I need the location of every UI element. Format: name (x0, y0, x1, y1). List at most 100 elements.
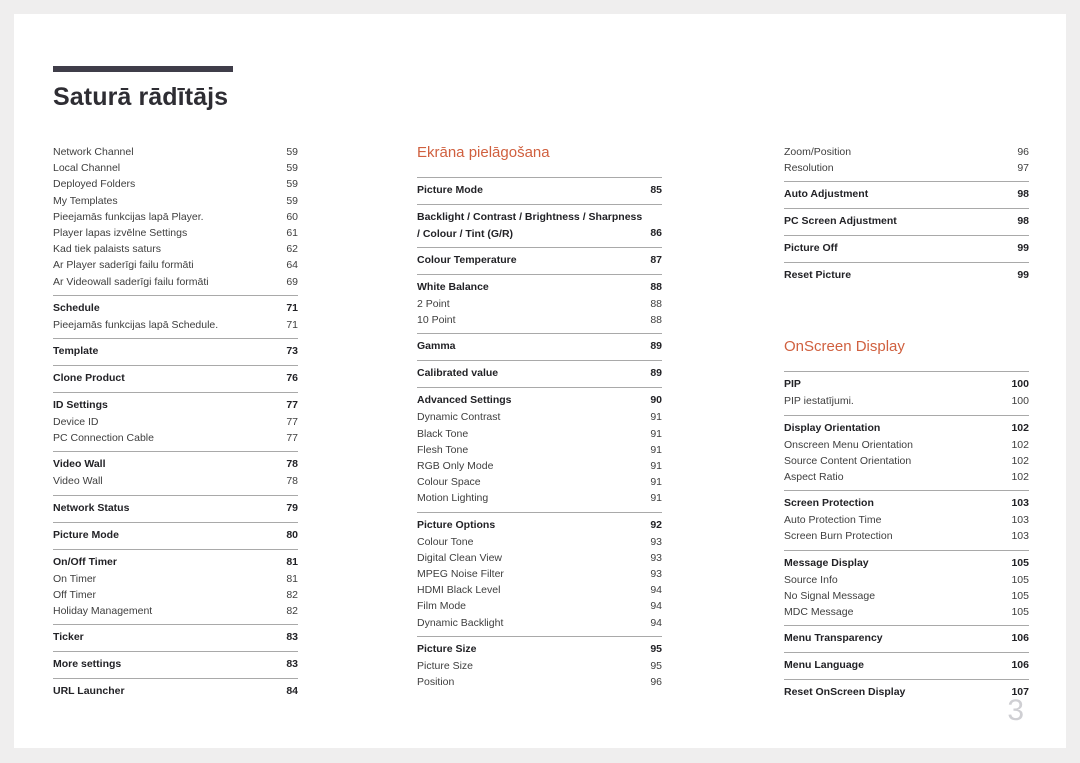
toc-entry-minor[interactable]: PC Connection Cable 77 (53, 430, 298, 446)
toc-entry-minor[interactable]: 10 Point 88 (417, 312, 662, 328)
toc-entry-minor[interactable]: Motion Lighting 91 (417, 490, 662, 506)
toc-entry-minor[interactable]: Screen Burn Protection 103 (784, 528, 1029, 544)
toc-entry-major[interactable]: Video Wall 78 (53, 456, 298, 473)
toc-entry-major[interactable]: Schedule 71 (53, 300, 298, 317)
toc-entry-major[interactable]: Screen Protection 103 (784, 495, 1029, 512)
toc-entry-major[interactable]: Picture Mode 80 (53, 527, 298, 544)
toc-entry-major[interactable]: Clone Product 76 (53, 370, 298, 387)
toc-entry-label: Screen Burn Protection (784, 530, 893, 543)
toc-entry-major[interactable]: Picture Options 92 (417, 517, 662, 534)
toc-entry-major[interactable]: PC Screen Adjustment 98 (784, 213, 1029, 230)
toc-entry-minor[interactable]: Local Channel 59 (53, 160, 298, 176)
toc-entry-minor[interactable]: On Timer 81 (53, 571, 298, 587)
toc-entry-major[interactable]: URL Launcher 84 (53, 683, 298, 700)
toc-entry-minor[interactable]: MPEG Noise Filter 93 (417, 566, 662, 582)
toc-entry-label: Film Mode (417, 600, 467, 613)
toc-entry-major[interactable]: Picture Off 99 (784, 240, 1029, 257)
toc-entry-minor[interactable]: Dynamic Backlight 94 (417, 615, 662, 631)
toc-entry-major[interactable]: Picture Size 95 (417, 641, 662, 658)
toc-entry-major[interactable]: Gamma 89 (417, 338, 662, 355)
toc-entry-minor[interactable]: Colour Space 91 (417, 474, 662, 490)
toc-group: Display Orientation 102 Onscreen Menu Orie… (784, 414, 1029, 491)
toc-entry-minor[interactable]: Device ID 77 (53, 414, 298, 430)
toc-group: On/Off Timer 81 On Timer 81 Off Timer 82 Holid… (53, 548, 298, 625)
toc-entry-minor[interactable]: Onscreen Menu Orientation 102 (784, 437, 1029, 453)
toc-entry-minor[interactable]: HDMI Black Level 94 (417, 582, 662, 598)
toc-entry-page-number: 91 (650, 460, 662, 473)
toc-group: Picture Size 95 Picture Size 95 Position 96 (417, 635, 662, 695)
toc-entry-minor[interactable]: Source Info 105 (784, 572, 1029, 588)
toc-entry-label: Kad tiek palaists saturs (53, 243, 161, 256)
toc-entry-label: MDC Message (784, 606, 854, 619)
toc-entry-minor[interactable]: Zoom/Position 96 (784, 144, 1029, 160)
toc-entry-page-number: 102 (1011, 421, 1029, 434)
toc-entry-label: Picture Off (784, 242, 838, 255)
toc-entry-major[interactable]: PIP 100 (784, 376, 1029, 393)
toc-entry-minor[interactable]: Pieejamās funkcijas lapā Schedule. 71 (53, 317, 298, 333)
toc-entry-minor[interactable]: Kad tiek palaists saturs 62 (53, 241, 298, 257)
toc-entry-major[interactable]: Template 73 (53, 343, 298, 360)
toc-entry-major[interactable]: Display Orientation 102 (784, 420, 1029, 437)
toc-entry-minor[interactable]: Colour Tone 93 (417, 534, 662, 550)
toc-entry-minor[interactable]: Digital Clean View 93 (417, 550, 662, 566)
toc-entry-minor[interactable]: Network Channel 59 (53, 144, 298, 160)
toc-entry-major[interactable]: Reset Picture 99 (784, 267, 1029, 284)
toc-entry-minor[interactable]: Flesh Tone 91 (417, 442, 662, 458)
toc-group: Picture Options 92 Colour Tone 93 Digital Cl… (417, 511, 662, 636)
toc-entry-minor[interactable]: Source Content Orientation 102 (784, 453, 1029, 469)
toc-entry-minor[interactable]: Resolution 97 (784, 160, 1029, 176)
toc-entry-major[interactable]: Auto Adjustment 98 (784, 186, 1029, 203)
toc-entry-minor[interactable]: PIP iestatījumi. 100 (784, 393, 1029, 409)
toc-entry-major[interactable]: Picture Mode 85 (417, 182, 662, 199)
toc-entry-minor[interactable]: Ar Videowall saderīgi failu formāti 69 (53, 274, 298, 290)
toc-entry-major[interactable]: Backlight / Contrast / Brightness / Shar… (417, 209, 662, 242)
toc-entry-major[interactable]: Reset OnScreen Display 107 (784, 684, 1029, 701)
toc-entry-label: On Timer (53, 572, 97, 585)
toc-entry-minor[interactable]: My Templates 59 (53, 193, 298, 209)
toc-entry-minor[interactable]: Off Timer 82 (53, 587, 298, 603)
toc-entry-minor[interactable]: Picture Size 95 (417, 658, 662, 674)
toc-entry-major[interactable]: More settings 83 (53, 656, 298, 673)
toc-entry-minor[interactable]: No Signal Message 105 (784, 588, 1029, 604)
toc-entry-page-number: 77 (286, 432, 298, 445)
toc-entry-label: Picture Size (417, 659, 474, 672)
toc-entry-label: Video Wall (53, 458, 106, 471)
toc-entry-minor[interactable]: Film Mode 94 (417, 598, 662, 614)
toc-entry-major[interactable]: Colour Temperature 87 (417, 252, 662, 269)
toc-entry-minor[interactable]: Deployed Folders 59 (53, 176, 298, 192)
toc-entry-page-number: 103 (1011, 497, 1029, 510)
toc-entry-minor[interactable]: Position 96 (417, 674, 662, 690)
toc-entry-minor[interactable]: Video Wall 78 (53, 473, 298, 489)
toc-entry-major[interactable]: Menu Language 106 (784, 657, 1029, 674)
toc-entry-minor[interactable]: RGB Only Mode 91 (417, 458, 662, 474)
toc-entry-major[interactable]: ID Settings 77 (53, 397, 298, 414)
toc-entry-minor[interactable]: Dynamic Contrast 91 (417, 409, 662, 425)
toc-entry-minor[interactable]: 2 Point 88 (417, 296, 662, 312)
toc-section-heading: OnScreen Display (784, 338, 905, 356)
toc-entry-major[interactable]: Calibrated value 89 (417, 365, 662, 382)
toc-entry-minor[interactable]: Auto Protection Time 103 (784, 512, 1029, 528)
toc-entry-minor[interactable]: Aspect Ratio 102 (784, 469, 1029, 485)
toc-entry-label: Auto Protection Time (784, 514, 882, 527)
toc-entry-minor[interactable]: Player lapas izvēlne Settings 61 (53, 225, 298, 241)
toc-entry-label: On/Off Timer (53, 555, 117, 568)
toc-entry-major[interactable]: Menu Transparency 106 (784, 630, 1029, 647)
toc-entry-minor[interactable]: Holiday Management 82 (53, 603, 298, 619)
toc-entry-minor[interactable]: Black Tone 91 (417, 426, 662, 442)
toc-group: URL Launcher 84 (53, 678, 298, 705)
toc-entry-major[interactable]: Message Display 105 (784, 555, 1029, 572)
toc-entry-page-number: 85 (650, 184, 662, 196)
toc-entry-major[interactable]: White Balance 88 (417, 279, 662, 296)
toc-entry-page-number: 95 (650, 659, 662, 672)
toc-entry-major[interactable]: On/Off Timer 81 (53, 554, 298, 571)
toc-entry-label: More settings (53, 658, 122, 671)
toc-group: Message Display 105 Source Info 105 No Signa… (784, 549, 1029, 626)
toc-entry-major[interactable]: Advanced Settings 90 (417, 392, 662, 409)
toc-entry-major[interactable]: Ticker 83 (53, 629, 298, 646)
toc-entry-minor[interactable]: MDC Message 105 (784, 604, 1029, 620)
toc-entry-minor[interactable]: Pieejamās funkcijas lapā Player. 60 (53, 209, 298, 225)
toc-entry-major[interactable]: Network Status 79 (53, 500, 298, 517)
toc-entry-page-number: 90 (650, 394, 662, 407)
toc-entry-minor[interactable]: Ar Player saderīgi failu formāti 64 (53, 257, 298, 273)
toc-group: Reset OnScreen Display 107 (784, 679, 1029, 706)
